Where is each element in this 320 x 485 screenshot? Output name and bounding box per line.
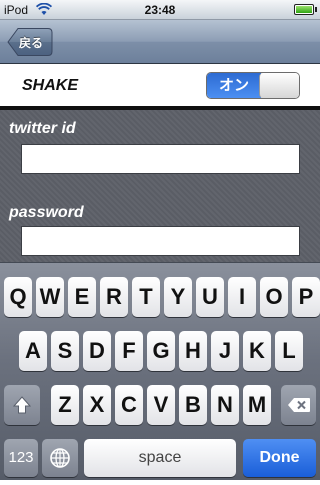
key-n[interactable]: N [211, 385, 239, 425]
battery-tip [315, 7, 317, 12]
login-form: twitter id password [0, 110, 320, 262]
key-e[interactable]: E [68, 277, 96, 317]
delete-key[interactable] [281, 385, 316, 425]
key-m[interactable]: M [243, 385, 271, 425]
key-a[interactable]: A [19, 331, 47, 371]
back-button-label: 戻る [19, 36, 44, 50]
navigation-bar: 戻る [0, 20, 320, 64]
key-v[interactable]: V [147, 385, 175, 425]
space-key[interactable]: space [84, 439, 236, 477]
numbers-key[interactable]: 123 [4, 439, 38, 477]
key-g[interactable]: G [147, 331, 175, 371]
shift-icon [12, 396, 32, 414]
key-p[interactable]: P [292, 277, 320, 317]
twitter-id-label: twitter id [9, 120, 76, 137]
key-d[interactable]: D [83, 331, 111, 371]
globe-icon [50, 448, 70, 468]
delete-icon [287, 398, 310, 412]
key-i[interactable]: I [228, 277, 256, 317]
key-f[interactable]: F [115, 331, 143, 371]
password-label: password [9, 204, 84, 221]
twitter-id-input[interactable] [21, 144, 300, 174]
on-screen-keyboard: Q W E R T Y U I O P A S D F G H J K L Z … [0, 262, 320, 480]
key-w[interactable]: W [36, 277, 64, 317]
globe-key[interactable] [42, 439, 78, 477]
key-h[interactable]: H [179, 331, 207, 371]
battery-icon [294, 4, 314, 15]
status-time: 23:48 [144, 3, 176, 17]
key-u[interactable]: U [196, 277, 224, 317]
key-j[interactable]: J [211, 331, 239, 371]
shake-setting-row: SHAKE オン [0, 64, 320, 110]
key-r[interactable]: R [100, 277, 128, 317]
key-y[interactable]: Y [164, 277, 192, 317]
key-t[interactable]: T [132, 277, 160, 317]
status-bar: iPod 23:48 [0, 0, 320, 20]
shake-toggle-switch[interactable]: オン [206, 72, 300, 99]
key-o[interactable]: O [260, 277, 288, 317]
back-button[interactable]: 戻る [7, 27, 53, 57]
key-b[interactable]: B [179, 385, 207, 425]
shift-key[interactable] [4, 385, 40, 425]
password-input[interactable] [21, 226, 300, 256]
key-l[interactable]: L [275, 331, 303, 371]
switch-on-label: オン [207, 73, 261, 98]
key-s[interactable]: S [51, 331, 79, 371]
switch-knob[interactable] [259, 73, 299, 98]
key-c[interactable]: C [115, 385, 143, 425]
done-key[interactable]: Done [243, 439, 316, 477]
shake-label: SHAKE [22, 77, 79, 94]
key-z[interactable]: Z [51, 385, 79, 425]
key-k[interactable]: K [243, 331, 271, 371]
key-q[interactable]: Q [4, 277, 32, 317]
key-x[interactable]: X [83, 385, 111, 425]
battery-fill [296, 6, 312, 13]
